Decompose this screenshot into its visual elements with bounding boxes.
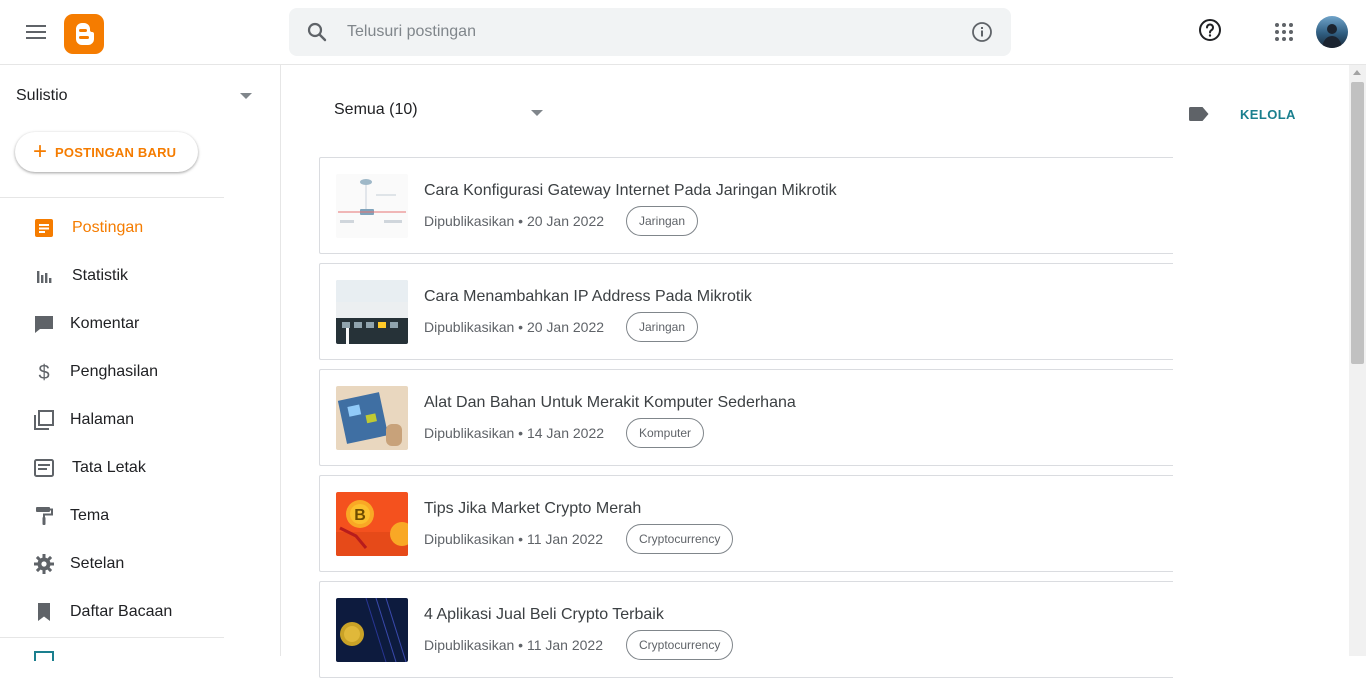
svg-text:B: B [354,507,366,524]
sidebar-item-label: Tata Letak [72,459,146,476]
sidebar-item-label: Daftar Bacaan [70,603,173,620]
comment-icon [35,316,53,333]
post-row[interactable]: 4 Aplikasi Jual Beli Crypto Terbaik Dipu… [319,581,1173,678]
top-app-bar [0,0,1366,65]
post-label-chip[interactable]: Jaringan [626,312,699,342]
posts-icon [35,219,53,237]
post-list: Cara Konfigurasi Gateway Internet Pada J… [319,157,1173,687]
sidebar-item-label: Setelan [70,555,125,572]
new-post-label: POSTINGAN BARU [55,144,177,160]
post-thumbnail [336,280,408,344]
sidebar-item-earnings[interactable]: $ Penghasilan [0,348,224,396]
view-blog-icon[interactable] [32,649,56,661]
sidebar-item-label: Halaman [70,411,135,428]
post-status-date: Dipublikasikan • 11 Jan 2022 [424,637,603,653]
post-row[interactable]: Cara Konfigurasi Gateway Internet Pada J… [319,157,1173,254]
layout-icon [34,459,54,477]
post-thumbnail: B [336,492,408,556]
sidebar-item-pages[interactable]: Halaman [0,396,224,444]
pages-icon [34,410,54,430]
label-icon[interactable] [1189,107,1209,121]
post-thumbnail [336,598,408,662]
new-post-button[interactable]: + POSTINGAN BARU [15,132,198,172]
sidebar-item-layout[interactable]: Tata Letak [0,444,224,492]
sidebar-item-label: Penghasilan [70,363,159,380]
scrollbar[interactable] [1349,65,1366,656]
dollar-icon: $ [38,362,49,384]
sidebar-item-label: Postingan [72,219,144,236]
post-status-date: Dipublikasikan • 11 Jan 2022 [424,531,603,547]
post-title: Tips Jika Market Crypto Merah [424,500,642,517]
search-icon[interactable] [305,20,329,44]
sidebar-item-label: Tema [70,507,110,524]
search-input[interactable] [347,8,947,56]
plus-icon: + [33,138,48,165]
sidebar-item-reading-list[interactable]: Daftar Bacaan [0,588,224,636]
filter-label: Semua (10) [334,101,418,118]
stats-icon [37,271,52,283]
sidebar-item-comments[interactable]: Komentar [0,300,224,348]
post-status-date: Dipublikasikan • 20 Jan 2022 [424,319,605,335]
person-silhouette [1322,24,1342,48]
blog-selector[interactable]: Sulistio [16,85,256,109]
blogger-logo[interactable] [64,14,104,54]
post-filter-dropdown[interactable]: Semua (10) [334,101,543,125]
sidebar-item-label: Statistik [72,267,129,284]
sidebar-item-label: Komentar [70,315,140,332]
post-title: Cara Menambahkan IP Address Pada Mikroti… [424,288,752,305]
sidebar-nav: Postingan Statistik Komentar $ Penghasil… [0,204,224,636]
sidebar-item-stats[interactable]: Statistik [0,252,224,300]
main-content: Semua (10) KELOLA Cara Konfigurasi Gatew… [281,65,1349,678]
manage-labels-button[interactable]: KELOLA [1240,107,1296,122]
svg-text:$: $ [38,362,49,384]
post-label-chip[interactable]: Jaringan [626,206,699,236]
sidebar: Sulistio + POSTINGAN BARU Postingan Stat… [0,65,281,661]
gear-icon [34,554,54,574]
post-label-chip[interactable]: Cryptocurrency [626,524,734,554]
menu-icon [26,25,46,39]
divider [0,637,224,638]
post-label-chip[interactable]: Komputer [626,418,705,448]
info-icon[interactable] [971,21,993,43]
apps-grid-icon[interactable] [1272,20,1296,44]
scrollbar-thumb[interactable] [1351,82,1364,364]
paint-roller-icon [36,507,53,525]
blogger-b-icon [76,23,94,45]
scroll-up-arrow-icon[interactable] [1353,70,1361,75]
chevron-down-icon [531,110,543,116]
chevron-down-icon [240,93,252,99]
post-row[interactable]: Cara Menambahkan IP Address Pada Mikroti… [319,263,1173,360]
post-thumbnail [336,386,408,450]
sidebar-item-theme[interactable]: Tema [0,492,224,540]
post-row[interactable]: B Tips Jika Market Crypto Merah Dipublik… [319,475,1173,572]
sidebar-item-settings[interactable]: Setelan [0,540,224,588]
help-icon[interactable] [1198,18,1222,42]
sidebar-item-posts[interactable]: Postingan [0,204,224,252]
account-avatar[interactable] [1316,16,1348,48]
search-bar [289,8,1011,56]
post-title: Alat Dan Bahan Untuk Merakit Komputer Se… [424,394,796,411]
post-title: 4 Aplikasi Jual Beli Crypto Terbaik [424,606,664,623]
post-thumbnail [336,174,408,238]
hamburger-menu-button[interactable] [20,16,52,48]
post-row[interactable]: Alat Dan Bahan Untuk Merakit Komputer Se… [319,369,1173,466]
blog-name: Sulistio [16,87,68,104]
post-title: Cara Konfigurasi Gateway Internet Pada J… [424,182,837,199]
bookmark-icon [38,603,50,621]
divider [0,197,224,198]
post-status-date: Dipublikasikan • 20 Jan 2022 [424,213,605,229]
post-status-date: Dipublikasikan • 14 Jan 2022 [424,425,605,441]
